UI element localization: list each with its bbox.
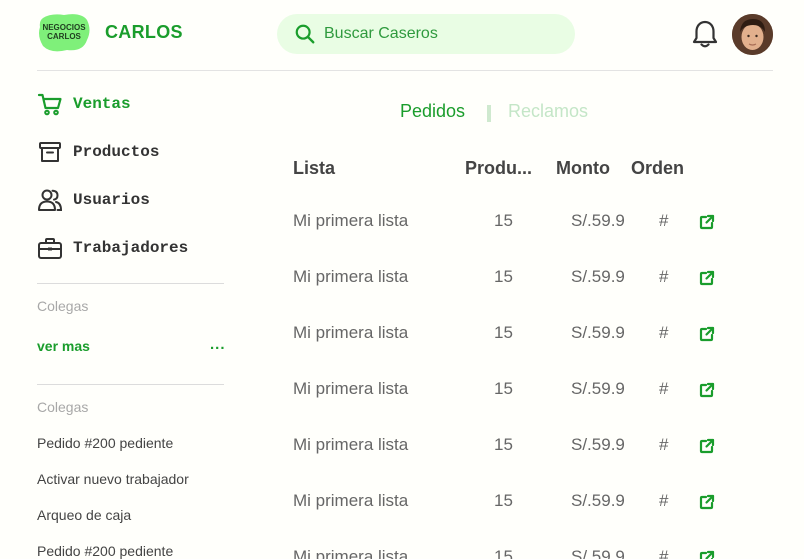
- cell-monto: S/.59.9: [571, 547, 625, 559]
- notification-item[interactable]: Activar nuevo trabajador: [37, 471, 189, 487]
- sidebar-item-label: Usuarios: [73, 191, 150, 209]
- cell-productos: 15: [494, 267, 513, 286]
- external-link-icon[interactable]: [699, 326, 715, 342]
- cell-lista: Mi primera lista: [293, 547, 409, 559]
- table-row: Mi primera lista 15 S/.59.9 #: [0, 267, 804, 297]
- table-row: Mi primera lista 15 S/.59.9 #: [0, 547, 804, 559]
- bell-icon[interactable]: [691, 19, 719, 49]
- sidebar-item-label: Productos: [73, 143, 160, 161]
- cell-lista: Mi primera lista: [293, 323, 409, 342]
- avatar-image-icon: [732, 14, 773, 55]
- cell-orden: #: [659, 491, 669, 510]
- cell-orden: #: [659, 547, 669, 559]
- cell-productos: 15: [494, 491, 513, 510]
- header-divider: [37, 70, 773, 71]
- cell-productos: 15: [494, 211, 513, 230]
- table-row: Mi primera lista 15 S/.59.9 #: [0, 435, 804, 465]
- user-avatar[interactable]: [732, 14, 773, 55]
- search-icon: [295, 24, 315, 44]
- cell-lista: Mi primera lista: [293, 379, 409, 398]
- brand-name: CARLOS: [105, 22, 183, 42]
- external-link-icon[interactable]: [699, 214, 715, 230]
- cell-monto: S/.59.9: [571, 435, 625, 454]
- cell-productos: 15: [494, 379, 513, 398]
- cell-monto: S/.59.9: [571, 211, 625, 230]
- external-link-icon[interactable]: [699, 550, 715, 559]
- cell-orden: #: [659, 211, 669, 230]
- cell-orden: #: [659, 323, 669, 342]
- sidebar-item-label: Trabajadores: [73, 239, 189, 257]
- archive-box-icon: [39, 142, 61, 162]
- cell-monto: S/.59.9: [571, 267, 625, 286]
- brand-logo[interactable]: NEGOCIOS CARLOS: [37, 12, 91, 54]
- table-row: Mi primera lista 15 S/.59.9 #: [0, 211, 804, 241]
- cell-monto: S/.59.9: [571, 323, 625, 342]
- section-title-colegas: Colegas: [37, 298, 89, 314]
- sidebar-item-productos[interactable]: Productos: [37, 138, 237, 168]
- cell-orden: #: [659, 379, 669, 398]
- external-link-icon[interactable]: [699, 270, 715, 286]
- external-link-icon[interactable]: [699, 382, 715, 398]
- cell-productos: 15: [494, 323, 513, 342]
- cell-lista: Mi primera lista: [293, 267, 409, 286]
- tab-pedidos[interactable]: Pedidos: [400, 101, 465, 122]
- table-row: Mi primera lista 15 S/.59.9 #: [0, 379, 804, 409]
- cell-orden: #: [659, 267, 669, 286]
- external-link-icon[interactable]: [699, 438, 715, 454]
- users-icon: [38, 189, 63, 211]
- cell-orden: #: [659, 435, 669, 454]
- column-header-orden: Orden: [631, 158, 685, 178]
- cell-productos: 15: [494, 547, 513, 559]
- external-link-icon[interactable]: [699, 494, 715, 510]
- column-header-lista: Lista: [293, 158, 336, 178]
- search-input[interactable]: [324, 14, 564, 54]
- cell-lista: Mi primera lista: [293, 491, 409, 510]
- column-header-monto: Monto: [556, 158, 610, 178]
- column-header-productos: Produ...: [465, 158, 532, 178]
- cell-monto: S/.59.9: [571, 491, 625, 510]
- cell-productos: 15: [494, 435, 513, 454]
- table-row: Mi primera lista 15 S/.59.9 #: [0, 323, 804, 353]
- table-row: Mi primera lista 15 S/.59.9 #: [0, 491, 804, 521]
- tab-bar: Pedidos Reclamos: [0, 101, 804, 127]
- cell-lista: Mi primera lista: [293, 435, 409, 454]
- tab-separator: [487, 105, 491, 122]
- cell-monto: S/.59.9: [571, 379, 625, 398]
- search-bar[interactable]: [277, 14, 575, 54]
- top-header: NEGOCIOS CARLOS CARLOS: [0, 0, 804, 70]
- tab-reclamos[interactable]: Reclamos: [508, 101, 588, 122]
- cell-lista: Mi primera lista: [293, 211, 409, 230]
- logo-text: NEGOCIOS CARLOS: [42, 23, 86, 41]
